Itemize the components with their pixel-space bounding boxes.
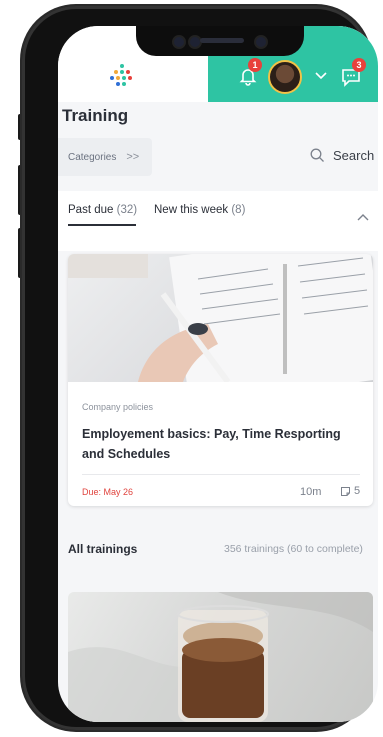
phone-notch xyxy=(136,26,304,56)
search-button[interactable]: Search xyxy=(310,148,374,163)
categories-label: Categories xyxy=(68,151,117,163)
all-trainings-count: 356 trainings (60 to complete) xyxy=(224,543,363,555)
phone-frame: 1 3 Training Categories >> Search Past d… xyxy=(22,6,378,730)
lessons-icon xyxy=(341,486,350,496)
messages-badge: 3 xyxy=(352,58,366,72)
chevron-up-icon[interactable] xyxy=(356,209,370,227)
all-trainings-header: All trainings 356 trainings (60 to compl… xyxy=(58,514,378,586)
notifications-badge: 1 xyxy=(248,58,262,72)
search-icon xyxy=(310,148,324,162)
training-duration: 10m xyxy=(300,486,322,498)
training-category: Company policies xyxy=(82,402,154,412)
tab-past-due[interactable]: Past due (32) xyxy=(68,204,137,216)
lessons-count: 5 xyxy=(340,485,360,497)
app-screen: 1 3 Training Categories >> Search Past d… xyxy=(58,26,378,722)
chevron-down-icon[interactable] xyxy=(314,68,328,80)
active-tab-indicator xyxy=(68,224,136,226)
training-card[interactable] xyxy=(68,592,373,722)
logo-icon[interactable] xyxy=(110,64,134,88)
categories-button[interactable]: Categories >> xyxy=(58,138,152,176)
due-date: Due: May 26 xyxy=(82,487,134,497)
page-title: Training xyxy=(62,106,129,125)
training-card-image xyxy=(68,592,373,722)
search-label: Search xyxy=(333,148,375,163)
tabs-bar: Past due (32) New this week (8) xyxy=(58,191,378,251)
chat-icon[interactable]: 3 xyxy=(340,58,366,88)
training-card[interactable]: Company policies Employement basics: Pay… xyxy=(68,254,373,506)
avatar[interactable] xyxy=(268,60,302,94)
double-chevron-icon: >> xyxy=(126,151,140,163)
divider xyxy=(82,474,360,475)
bell-icon[interactable]: 1 xyxy=(238,58,262,86)
tab-new-this-week[interactable]: New this week (8) xyxy=(154,204,245,216)
training-card-image xyxy=(68,254,373,406)
training-title[interactable]: Employement basics: Pay, Time Resporting… xyxy=(82,424,364,464)
all-trainings-title: All trainings xyxy=(68,542,138,556)
